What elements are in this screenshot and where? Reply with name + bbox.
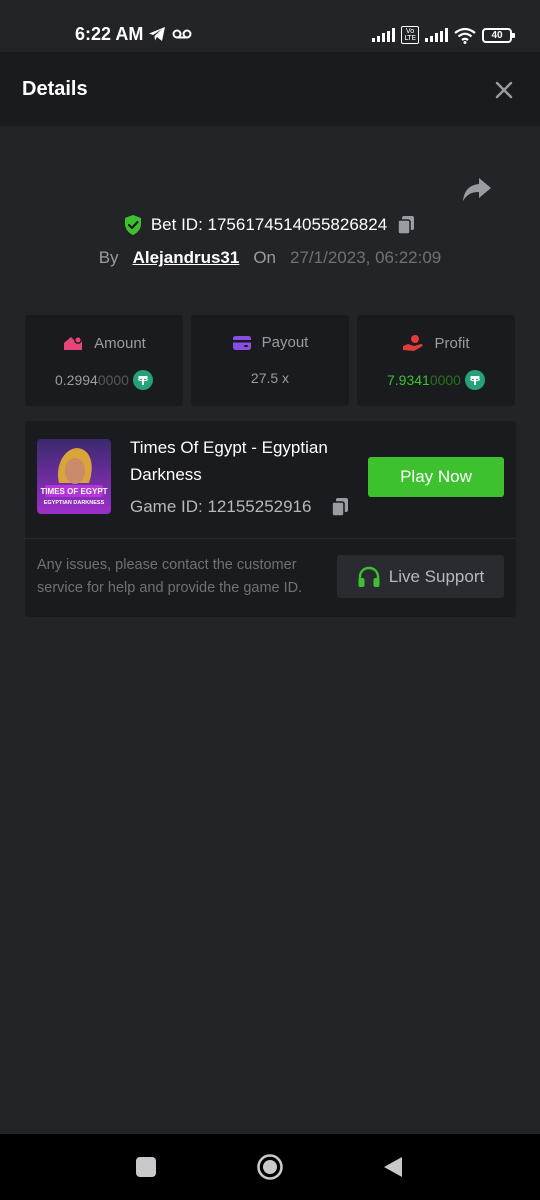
home-icon[interactable] [256, 1153, 284, 1181]
back-icon[interactable] [380, 1154, 406, 1180]
game-card: TIMES OF EGYPT EGYPTIAN DARKNESS Times O… [25, 421, 516, 617]
amount-card: Amount 0.29940000 [25, 315, 183, 406]
play-now-button[interactable]: Play Now [368, 457, 504, 497]
bet-id: Bet ID: 1756174514055826824 [150, 215, 388, 234]
live-support-label: Live Support [388, 566, 485, 586]
game-thumbnail[interactable]: TIMES OF EGYPT EGYPTIAN DARKNESS [37, 439, 111, 514]
profit-card: Profit 7.93410000 [357, 315, 515, 406]
by-label: By [98, 248, 119, 267]
copy-icon[interactable] [329, 496, 351, 518]
bet-meta-row: By Alejandrus31 On 27/1/2023, 06:22:09 [0, 248, 540, 268]
hand-coin-icon [403, 335, 423, 351]
bet-date: 27/1/2023, 06:22:09 [290, 248, 442, 267]
payout-label: Payout [261, 334, 309, 351]
amount-label: Amount [94, 334, 146, 352]
status-time: 6:22 AM [75, 24, 144, 44]
game-id: Game ID: 12155252916 [130, 497, 312, 516]
profit-label: Profit [434, 334, 470, 352]
page-title: Details [22, 78, 88, 100]
close-icon[interactable] [492, 78, 516, 102]
svg-text:TIMES OF EGYPT: TIMES OF EGYPT [40, 487, 107, 496]
live-support-button[interactable]: Live Support [337, 555, 504, 598]
game-title: Times Of Egypt - Egyptian Darkness [130, 438, 328, 484]
shield-check-icon [124, 215, 141, 235]
telegram-icon [149, 27, 165, 41]
voicemail-icon [172, 29, 192, 39]
headphones-icon [358, 566, 380, 587]
wallet-icon [232, 335, 251, 350]
tether-icon [464, 370, 485, 390]
share-icon[interactable] [462, 176, 492, 204]
svg-text:EGYPTIAN DARKNESS: EGYPTIAN DARKNESS [44, 500, 105, 506]
amount-value: 0.29940000 [55, 372, 129, 388]
coins-icon [64, 336, 83, 350]
support-note: Any issues, please contact the customer … [37, 557, 303, 596]
signal-icon [372, 28, 396, 42]
copy-icon[interactable] [395, 214, 417, 236]
header: Details [0, 52, 540, 126]
tether-icon [132, 370, 153, 390]
profit-value: 7.93410000 [387, 372, 461, 388]
divider [25, 538, 516, 539]
status-bar: 6:22 AM Vo LTE 40 [0, 0, 540, 52]
wifi-icon [454, 27, 476, 44]
bet-id-row: Bet ID: 1756174514055826824 [0, 214, 540, 236]
payout-card: Payout 27.5 x [191, 315, 349, 406]
game-id-row: Game ID: 12155252916 [130, 496, 351, 518]
stats-row: Amount 0.29940000 Payout 27.5 x Profit 7… [25, 315, 516, 406]
on-label: On [253, 248, 277, 267]
battery-icon: 40 [482, 27, 515, 43]
volte-icon: Vo LTE [401, 26, 419, 44]
payout-value: 27.5 x [250, 370, 290, 386]
system-nav-bar [0, 1134, 540, 1200]
username-link[interactable]: Alejandrus31 [133, 248, 240, 268]
signal-icon-2 [425, 28, 448, 42]
recent-apps-icon[interactable] [133, 1154, 159, 1180]
